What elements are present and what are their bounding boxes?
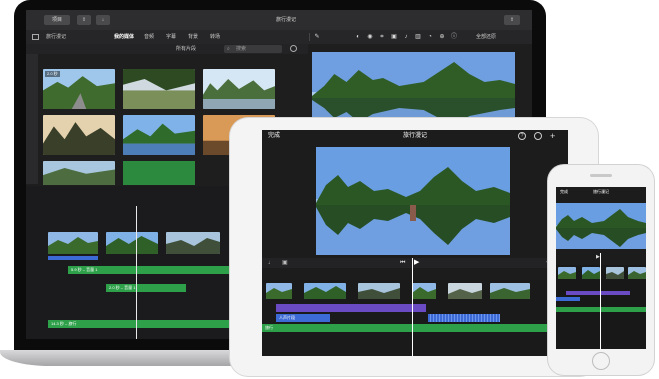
browser-clip-thumbnail[interactable]: [123, 69, 195, 109]
timeline-video-clip[interactable]: [558, 267, 576, 279]
play-icon[interactable]: ▶: [414, 259, 419, 267]
browser-audio-clip[interactable]: [123, 161, 195, 185]
download-icon[interactable]: ↓: [96, 15, 110, 25]
voice-waveform[interactable]: [428, 314, 500, 322]
timeline-video-clip[interactable]: [304, 283, 346, 299]
timeline-video-clip[interactable]: [106, 232, 158, 254]
skip-back-icon[interactable]: ⏮: [400, 259, 405, 267]
timeline-video-clip[interactable]: [628, 267, 646, 279]
tab-transitions[interactable]: 转场: [210, 30, 220, 44]
iphone-playhead[interactable]: [600, 253, 601, 349]
help-icon[interactable]: ?: [518, 132, 526, 140]
iphone-playback-bar: ▶: [556, 253, 646, 261]
microphone-icon[interactable]: ♩: [268, 259, 274, 267]
iphone-done-button[interactable]: 完成: [560, 188, 568, 196]
iphone-music-track[interactable]: [556, 307, 646, 312]
timeline-video-clip[interactable]: [448, 283, 482, 299]
timeline-video-clip[interactable]: [412, 283, 436, 299]
speed-icon[interactable]: ◔: [426, 33, 434, 41]
iphone-timeline: [556, 253, 646, 349]
timeline-video-clip[interactable]: [48, 232, 98, 254]
ipad-project-title: 旅行漫记: [402, 133, 427, 139]
iphone-voice-track[interactable]: [556, 297, 580, 301]
tab-backgrounds[interactable]: 背景: [188, 30, 198, 44]
magic-wand-icon[interactable]: ✎: [313, 33, 321, 41]
timeline-video-clip[interactable]: [490, 283, 530, 299]
window-title: 旅行漫记: [275, 17, 296, 23]
music-track[interactable]: 旅行: [262, 324, 568, 332]
libraries-sidebar: [26, 54, 38, 184]
ipad-playback-bar: ♩ ▣ ⏮ ▶ ↶: [262, 258, 568, 268]
media-import-button[interactable]: ⇪: [77, 15, 91, 25]
settings-gear-icon[interactable]: [534, 132, 542, 140]
timeline-video-clip[interactable]: [266, 283, 292, 299]
browser-clip-thumbnail[interactable]: [123, 115, 195, 155]
sidebar-toggle-icon[interactable]: [32, 34, 39, 40]
timeline-video-clip[interactable]: [166, 232, 220, 254]
add-media-icon[interactable]: +: [550, 130, 555, 142]
share-icon[interactable]: ⇧: [504, 15, 520, 25]
library-label: 旅行漫记: [46, 34, 67, 40]
settings-icon[interactable]: [290, 45, 297, 52]
browser-filter-bar: 所有片段 ⌕ 搜索: [26, 44, 308, 54]
clip-duration-badge: 2.0 秒: [45, 71, 60, 77]
info-icon[interactable]: ⓘ: [450, 33, 458, 41]
timeline-video-clip[interactable]: [358, 283, 400, 299]
tab-audio[interactable]: 音频: [144, 30, 154, 44]
timeline-playhead[interactable]: [136, 206, 137, 339]
iphone-home-button[interactable]: [592, 352, 610, 370]
stabilization-icon[interactable]: ▣: [390, 33, 398, 41]
iphone-nav-bar: 完成 旅行漫记: [556, 187, 646, 197]
title-track[interactable]: [276, 304, 426, 312]
browser-clip-thumbnail[interactable]: 2.0 秒: [43, 69, 115, 109]
timeline-audio-clip[interactable]: 5.9 秒 – 音量 1: [68, 266, 238, 274]
filter-dropdown[interactable]: 所有片段: [176, 44, 196, 54]
noise-reduction-icon[interactable]: ▥: [414, 33, 422, 41]
timeline-voice-track[interactable]: [48, 256, 98, 260]
search-field[interactable]: ⌕ 搜索: [224, 45, 282, 53]
ipad-playhead[interactable]: [412, 258, 413, 356]
iphone-viewer: [556, 203, 646, 249]
iphone-speaker: [590, 174, 612, 177]
search-placeholder: 搜索: [236, 46, 247, 52]
tab-titles[interactable]: 字幕: [166, 30, 176, 44]
iphone-title-track[interactable]: [566, 291, 630, 295]
iphone-imovie-screen: 完成 旅行漫记 ▶: [556, 187, 646, 349]
volume-icon[interactable]: ♪: [402, 33, 410, 41]
mac-title-bar: 项目 ⇪ ↓ 旅行漫记 ⇧: [26, 10, 532, 30]
voiceover-clip[interactable]: 人声片段: [276, 314, 330, 322]
timeline-video-clip[interactable]: [606, 267, 624, 279]
reset-all-button[interactable]: 全部还原: [476, 30, 496, 44]
browser-clip-thumbnail[interactable]: [43, 115, 115, 155]
toolbar-divider: [309, 33, 310, 41]
color-correction-icon[interactable]: ◉: [366, 33, 374, 41]
iphone-project-title: 旅行漫记: [593, 189, 609, 194]
ipad-viewer: [316, 147, 510, 255]
camera-icon[interactable]: ▣: [282, 259, 288, 267]
filter-icon[interactable]: ⊕: [438, 33, 446, 41]
browser-clip-thumbnail[interactable]: [203, 69, 275, 109]
ipad-imovie-screen: 完成 旅行漫记 ? + ♩ ▣ ⏮ ▶ ↶ 人声片段 旅行: [262, 130, 568, 356]
timeline-music-clip[interactable]: 14.3 秒 – 旅行: [48, 320, 238, 328]
color-balance-icon[interactable]: ◐: [354, 33, 362, 41]
ipad-done-button[interactable]: 完成: [268, 132, 280, 140]
tab-my-media[interactable]: 我的媒体: [114, 30, 134, 44]
ipad-timeline: 人声片段 旅行: [262, 258, 568, 356]
mac-viewer: [312, 52, 515, 128]
mac-toolbar: 旅行漫记 我的媒体 音频 字幕 背景 转场 ✎ ◐ ◉ ⌗ ▣ ♪ ▥ ◔ ⊕ …: [26, 30, 532, 44]
back-to-projects-button[interactable]: 项目: [44, 15, 70, 25]
timeline-audio-clip[interactable]: 2.0 秒 – 音量 1: [106, 284, 186, 292]
browser-clip-thumbnail[interactable]: [43, 161, 115, 185]
timeline-video-clip[interactable]: [582, 267, 600, 279]
search-icon: ⌕: [227, 46, 230, 52]
ipad-nav-bar: 完成 旅行漫记 ? +: [262, 130, 568, 142]
back-button-label: 项目: [51, 17, 62, 23]
crop-icon[interactable]: ⌗: [378, 33, 386, 41]
